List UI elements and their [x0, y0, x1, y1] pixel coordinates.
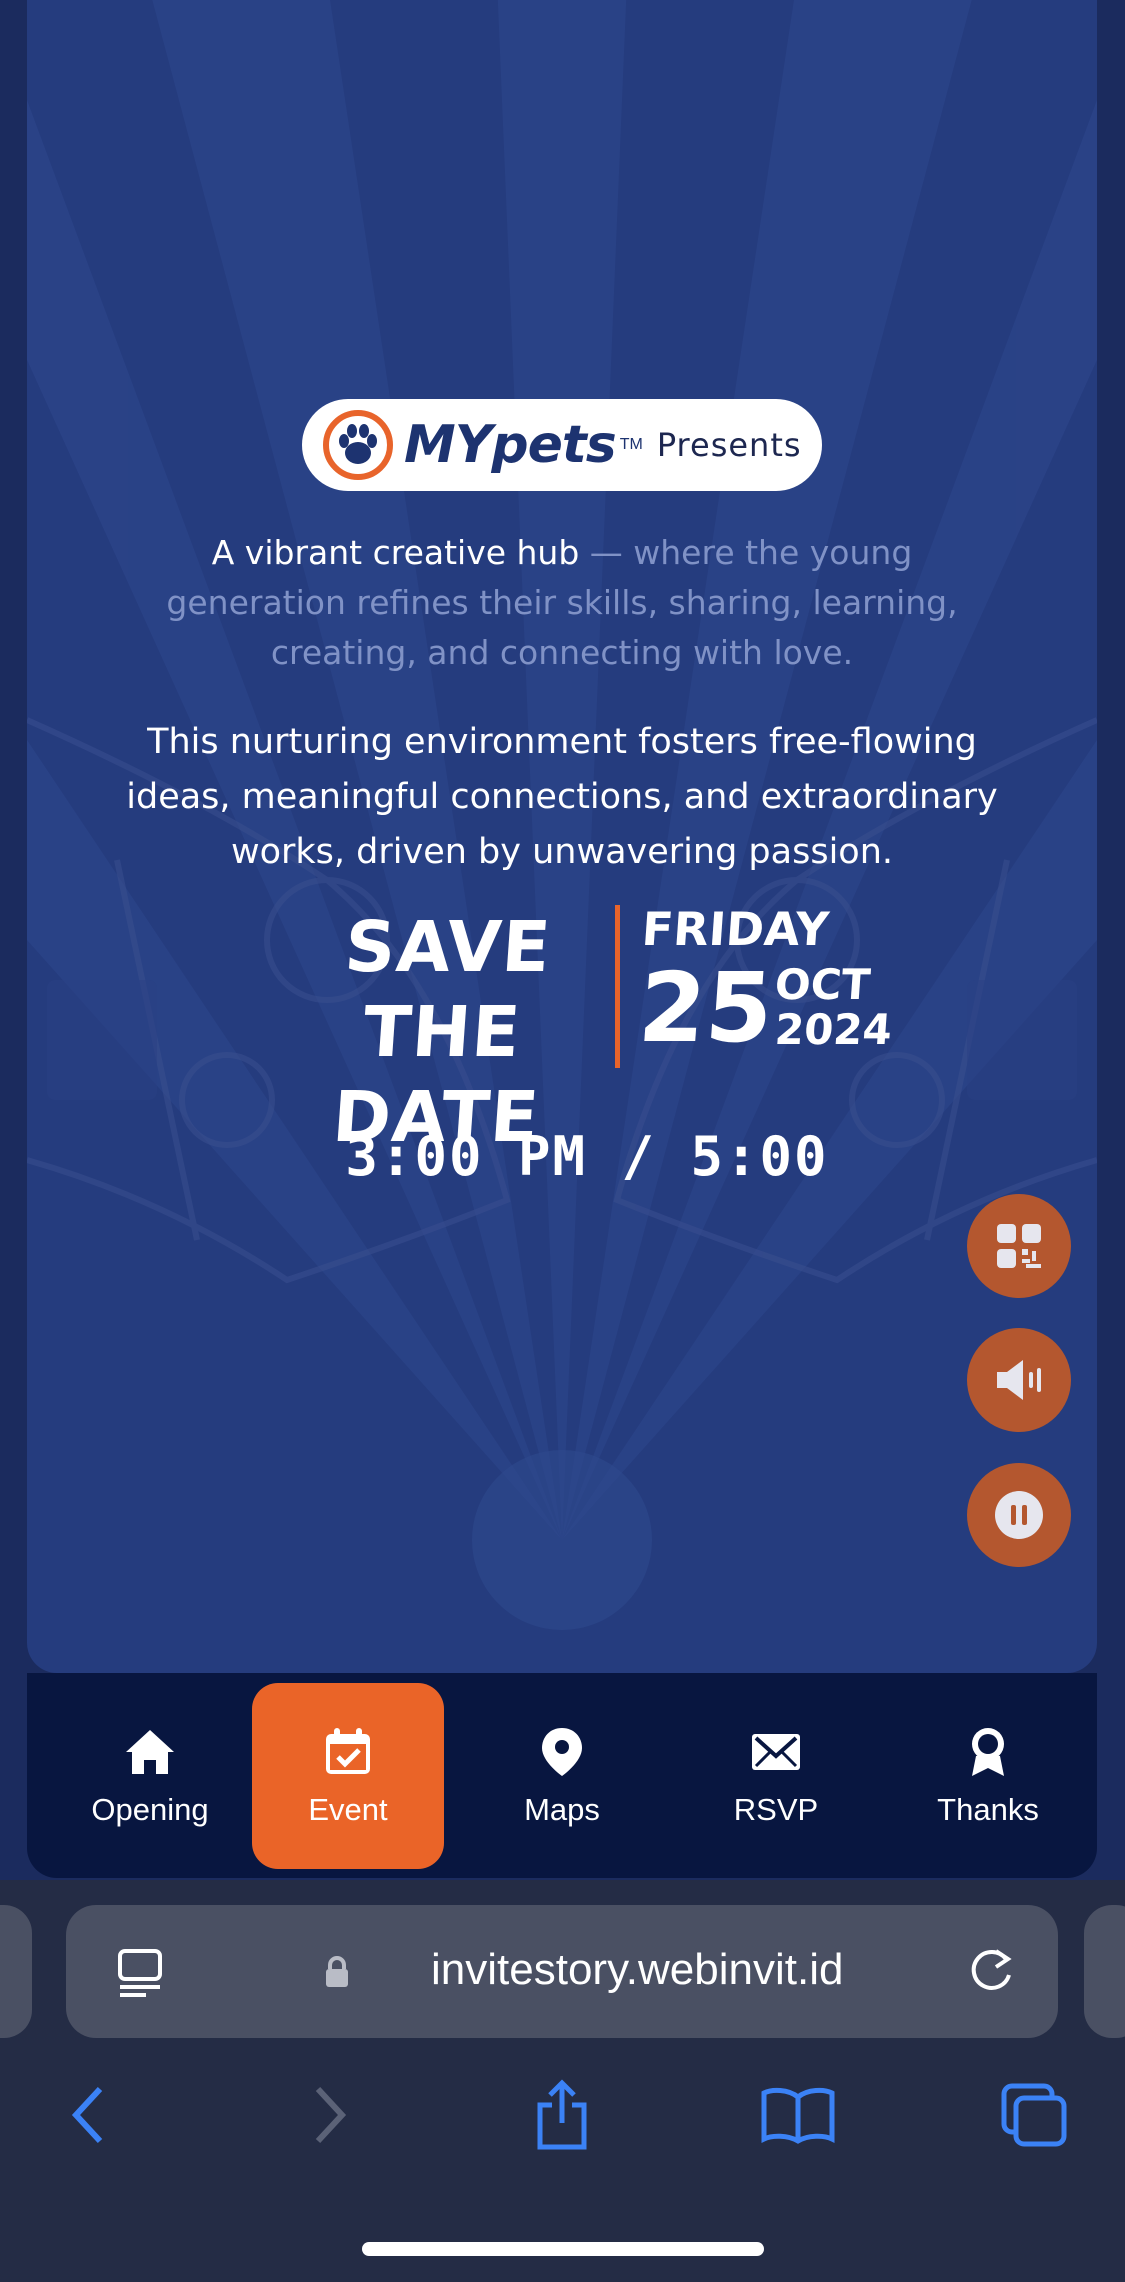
award-icon — [972, 1728, 1004, 1776]
nav-label-rsvp: RSVP — [733, 1792, 819, 1827]
save-the-date-heading: SAVE THE DATE — [268, 905, 616, 1160]
event-year: 2024 — [773, 1005, 894, 1054]
nav-label-opening: Opening — [91, 1792, 209, 1827]
presents-label: Presents — [656, 426, 802, 464]
calendar-check-icon — [326, 1728, 370, 1774]
event-time: 3:00 PM / 5:00 — [345, 1125, 829, 1188]
nav-opening[interactable]: Opening — [54, 1683, 246, 1869]
nav-thanks[interactable]: Thanks — [892, 1683, 1084, 1869]
share-icon — [537, 2079, 587, 2150]
back-button[interactable] — [48, 2075, 128, 2155]
sound-button[interactable] — [967, 1328, 1071, 1432]
intro-lead: A vibrant creative hub — [211, 533, 580, 572]
brand-logo-pill: MYpets TM Presents — [302, 399, 822, 491]
date-divider — [615, 905, 620, 1068]
event-day: FRIDAY — [640, 902, 831, 956]
map-pin-icon — [542, 1728, 582, 1776]
lock-icon — [326, 1956, 348, 1987]
nav-maps[interactable]: Maps — [466, 1683, 658, 1869]
event-month: OCT — [773, 960, 872, 1009]
nav-event[interactable]: Event — [252, 1683, 444, 1869]
share-button[interactable] — [522, 2075, 602, 2155]
qr-code-icon — [997, 1224, 1041, 1268]
envelope-icon — [752, 1734, 800, 1770]
invitation-card: MYpets TM Presents A vibrant creative hu… — [27, 0, 1097, 1673]
tabs-button[interactable] — [995, 2075, 1075, 2155]
address-bar[interactable]: invitestory.webinvit.id — [66, 1905, 1058, 2038]
paw-icon — [323, 410, 393, 480]
url-text: invitestory.webinvit.id — [431, 1945, 844, 1994]
previous-tab-peek[interactable] — [0, 1905, 32, 2038]
book-icon — [761, 2087, 835, 2144]
nav-label-maps: Maps — [524, 1792, 600, 1827]
pause-icon — [995, 1491, 1043, 1539]
pause-button[interactable] — [967, 1463, 1071, 1567]
trademark-mark: TM — [619, 436, 643, 453]
nav-rsvp[interactable]: RSVP — [680, 1683, 872, 1869]
reload-icon[interactable] — [966, 1945, 1016, 1997]
nav-label-event: Event — [308, 1792, 388, 1827]
nav-label-thanks: Thanks — [937, 1792, 1039, 1827]
chevron-right-icon — [315, 2086, 347, 2144]
event-date-number: 25 — [635, 952, 777, 1064]
body-paragraph: This nurturing environment fosters free-… — [126, 722, 998, 872]
bottom-nav: Opening Event Maps RSVP Thanks — [27, 1673, 1097, 1878]
speaker-icon — [997, 1360, 1041, 1400]
qr-code-button[interactable] — [967, 1194, 1071, 1298]
save-line-1: SAVE THE — [342, 906, 554, 1073]
home-indicator — [362, 2242, 764, 2256]
tabs-icon — [1001, 2083, 1067, 2147]
intro-text: A vibrant creative hub — where the young… — [117, 528, 1007, 678]
forward-button[interactable] — [290, 2075, 370, 2155]
bookmarks-button[interactable] — [758, 2075, 838, 2155]
reader-icon[interactable] — [116, 1947, 164, 1999]
chevron-left-icon — [71, 2086, 103, 2144]
home-icon — [126, 1730, 174, 1774]
next-tab-peek[interactable] — [1084, 1905, 1125, 2038]
brand-name: MYpets — [404, 415, 617, 475]
